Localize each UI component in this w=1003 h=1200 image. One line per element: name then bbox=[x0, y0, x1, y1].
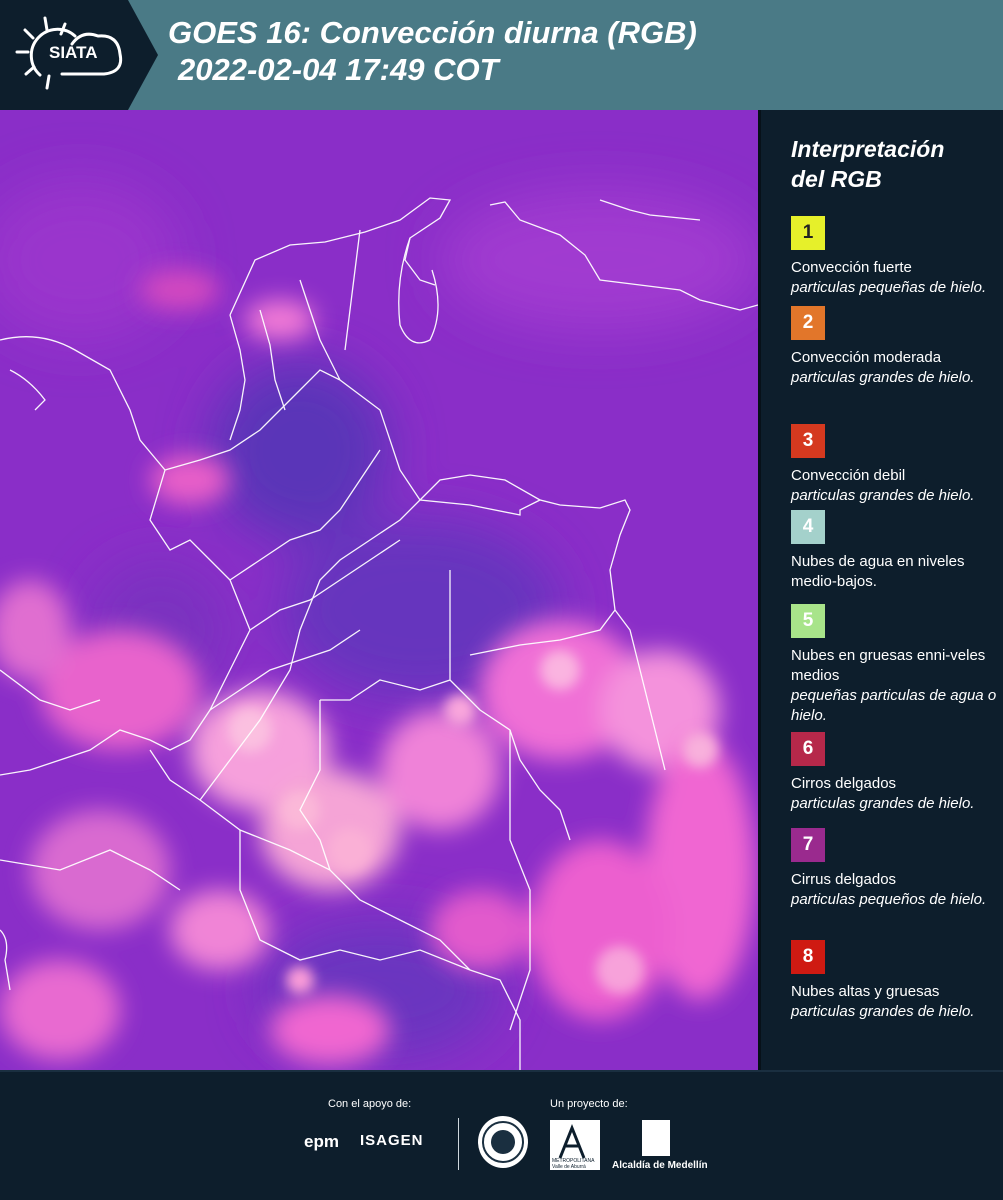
legend-item-8: 8 Nubes altas y gruesas particulas grandes… bbox=[791, 940, 1001, 1022]
footer-divider bbox=[458, 1118, 459, 1170]
legend-panel: Interpretación del RGB 1 Convección fuert… bbox=[758, 110, 1003, 1070]
legend-title: Interpretación del RGB bbox=[791, 134, 944, 194]
support-label: Con el apoyo de: bbox=[328, 1098, 412, 1110]
legend-item-desc: particulas grandes de hielo. bbox=[791, 795, 975, 812]
isagen-logo: ISAGEN bbox=[360, 1132, 424, 1149]
epm-logo: epm bbox=[304, 1132, 339, 1151]
legend-item-name: Convección debil bbox=[791, 467, 906, 484]
university-seal-icon bbox=[478, 1116, 528, 1168]
legend-item-name: Nubes en gruesas enni-veles medios bbox=[791, 647, 986, 684]
legend-swatch-8: 8 bbox=[791, 940, 825, 974]
legend-swatch-5: 5 bbox=[791, 604, 825, 638]
legend-item-name: Cirros delgados bbox=[791, 775, 897, 792]
legend-item-desc: particulas grandes de hielo. bbox=[791, 1003, 975, 1020]
legend-item-name: Convección moderada bbox=[791, 349, 942, 366]
area-metropolitana-logo: METROPOLITANA Valle de Aburrá bbox=[550, 1120, 600, 1170]
legend-item-desc: particulas grandes de hielo. bbox=[791, 369, 975, 386]
legend-item-3: 3 Convección debil particulas grandes de h… bbox=[791, 424, 1001, 506]
legend-item-name: Nubes altas y gruesas bbox=[791, 983, 940, 1000]
project-label: Un proyecto de: bbox=[550, 1098, 628, 1110]
legend-item-desc: particulas grandes de hielo. bbox=[791, 487, 975, 504]
alcaldia-shield-icon bbox=[642, 1120, 670, 1156]
legend-swatch-4: 4 bbox=[791, 510, 825, 544]
legend-swatch-2: 2 bbox=[791, 306, 825, 340]
legend-swatch-1: 1 bbox=[791, 216, 825, 250]
title-line-1: GOES 16: Convección diurna (RGB) bbox=[168, 15, 697, 50]
title-line-2: 2022-02-04 17:49 COT bbox=[178, 52, 499, 87]
legend-item-5: 5 Nubes en gruesas enni-veles medios peque… bbox=[791, 604, 1001, 726]
legend-item-name: Convección fuerte bbox=[791, 259, 912, 276]
legend-swatch-3: 3 bbox=[791, 424, 825, 458]
legend-item-name: Nubes de agua en niveles medio-bajos. bbox=[791, 553, 965, 590]
legend-item-desc: particulas pequeños de hielo. bbox=[791, 891, 987, 908]
siata-logo-text: SIATA bbox=[49, 43, 98, 62]
siata-logo: SIATA bbox=[0, 0, 158, 110]
legend-item-desc: particulas pequeñas de hielo. bbox=[791, 279, 987, 296]
legend-item-4: 4 Nubes de agua en niveles medio-bajos. bbox=[791, 510, 1001, 592]
legend-swatch-6: 6 bbox=[791, 732, 825, 766]
page-title: GOES 16: Convección diurna (RGB) 2022-02… bbox=[168, 14, 697, 88]
legend-swatch-7: 7 bbox=[791, 828, 825, 862]
legend-title-line-1: Interpretación bbox=[791, 136, 945, 162]
satellite-map bbox=[0, 110, 758, 1070]
legend-item-desc: pequeñas particulas de agua o hielo. bbox=[791, 687, 997, 724]
area-metropolitana-text: METROPOLITANA Valle de Aburrá bbox=[552, 1158, 595, 1170]
legend-title-line-2: del RGB bbox=[791, 166, 882, 192]
legend-item-2: 2 Convección moderada particulas grandes d… bbox=[791, 306, 1001, 388]
legend-item-1: 1 Convección fuerte particulas pequeñas de… bbox=[791, 216, 1001, 298]
header-bar: SIATA GOES 16: Convección diurna (RGB) 2… bbox=[0, 0, 1003, 110]
footer: Con el apoyo de: Un proyecto de: epm ISA… bbox=[0, 1070, 1003, 1200]
alcaldia-label: Alcaldía de Medellín bbox=[612, 1160, 708, 1171]
legend-item-name: Cirrus delgados bbox=[791, 871, 897, 888]
legend-item-7: 7 Cirrus delgados particulas pequeños de h… bbox=[791, 828, 1001, 910]
legend-item-6: 6 Cirros delgados particulas grandes de hi… bbox=[791, 732, 1001, 814]
